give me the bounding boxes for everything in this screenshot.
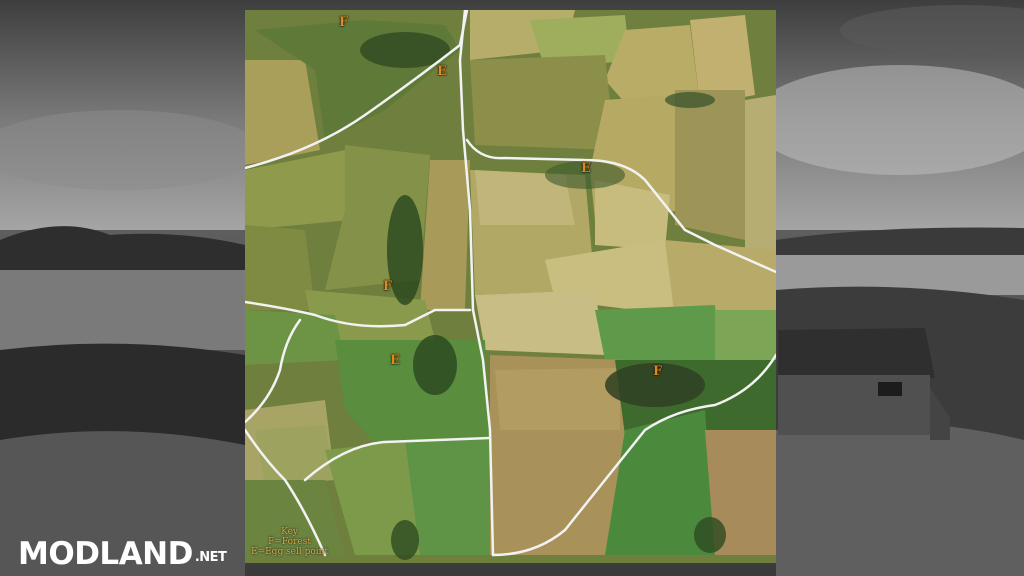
egg-sell-marker: E [581, 161, 591, 176]
farm-map: F E E F E F Key F=Forest E=Egg sell poin… [245, 10, 776, 563]
logo-tld: .NET [194, 550, 227, 565]
logo-brand: MODLAND [18, 536, 193, 572]
forest-marker: F [383, 279, 393, 294]
map-terrain [245, 10, 776, 563]
modland-logo: MODLAND .NET [18, 536, 227, 572]
forest-marker: F [653, 364, 663, 379]
key-forest: F=Forest [268, 537, 311, 547]
key-title: Key [281, 527, 298, 537]
key-egg: E=Egg sell point [251, 547, 329, 557]
egg-sell-marker: E [437, 64, 447, 79]
egg-sell-marker: E [390, 353, 400, 368]
map-key: Key F=Forest E=Egg sell point [251, 527, 328, 557]
forest-marker: F [339, 15, 349, 30]
